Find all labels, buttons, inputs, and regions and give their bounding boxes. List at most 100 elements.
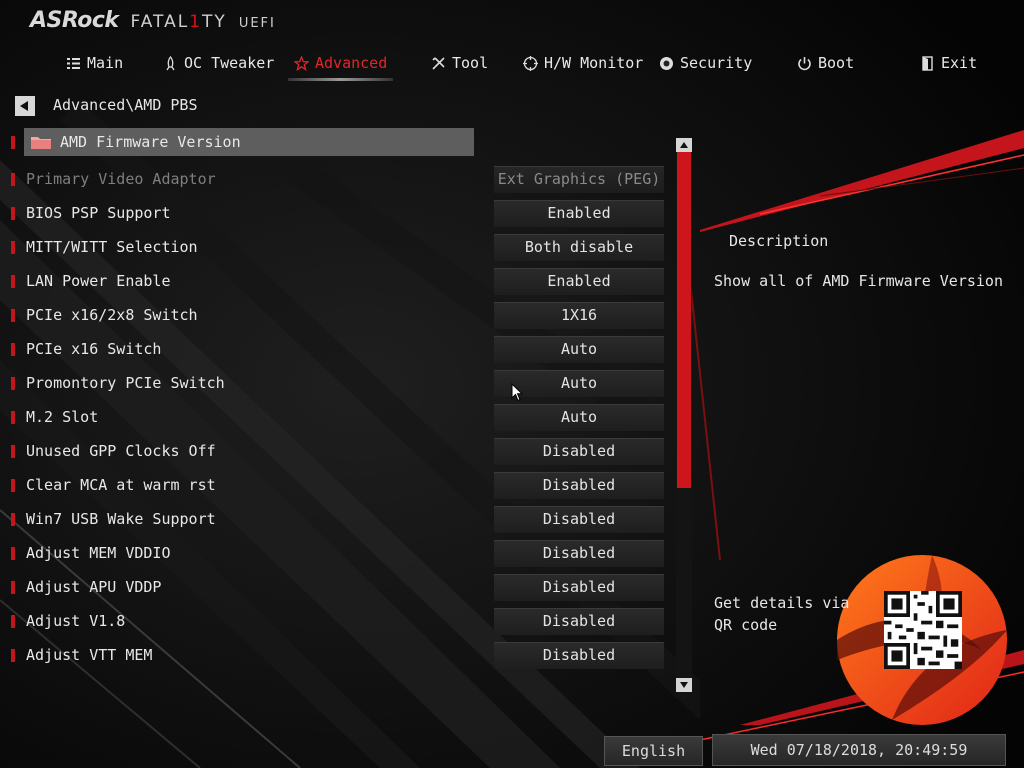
star-icon [294, 55, 309, 71]
tab-tool-label: Tool [452, 54, 489, 72]
setting-label: Primary Video Adaptor [26, 170, 216, 188]
qr-code-image [884, 591, 962, 669]
setting-value-button[interactable]: Enabled [494, 200, 664, 227]
setting-label: Adjust V1.8 [26, 612, 126, 630]
setting-label: M.2 Slot [26, 408, 99, 426]
setting-label: AMD Firmware Version [60, 133, 241, 151]
row-marker [11, 343, 15, 356]
row-marker [11, 275, 15, 288]
tab-main-label: Main [87, 54, 124, 72]
setting-row-unused-gpp-clocks-off[interactable]: Unused GPP Clocks Off Disabled [0, 437, 690, 467]
tab-hw-monitor-label: H/W Monitor [544, 54, 644, 72]
tab-tool[interactable]: Tool [431, 50, 488, 76]
rocket-icon [166, 55, 175, 70]
setting-row-bios-psp-support[interactable]: BIOS PSP Support Enabled [0, 199, 690, 229]
setting-value-button[interactable]: Both disable [494, 234, 664, 261]
row-marker [11, 309, 15, 322]
brand-logo: ASRock FATAL1TY UEFI [30, 8, 276, 38]
setting-label: PCIe x16/2x8 Switch [26, 306, 198, 324]
tab-main[interactable]: Main [66, 50, 123, 76]
setting-row-promontory-pcie-switch[interactable]: Promontory PCIe Switch Auto [0, 369, 690, 399]
setting-value-button[interactable]: Disabled [494, 608, 664, 635]
setting-label: Adjust APU VDDP [26, 578, 162, 596]
row-marker [11, 377, 15, 390]
qr-caption: Get details via QR code [714, 594, 850, 634]
setting-label: Promontory PCIe Switch [26, 374, 225, 392]
tools-icon [432, 56, 445, 70]
setting-value-button[interactable]: Disabled [494, 574, 664, 601]
setting-row-lan-power-enable[interactable]: LAN Power Enable Enabled [0, 267, 690, 297]
tab-boot[interactable]: Boot [797, 50, 854, 76]
description-title: Description [729, 232, 829, 250]
exit-door-icon [922, 55, 933, 71]
setting-row-m2-slot[interactable]: M.2 Slot Auto [0, 403, 690, 433]
setting-label: Unused GPP Clocks Off [26, 442, 216, 460]
setting-row-amd-firmware-version[interactable]: AMD Firmware Version [0, 128, 690, 158]
setting-row-adjust-apu-vddp[interactable]: Adjust APU VDDP Disabled [0, 573, 690, 603]
tab-exit-label: Exit [941, 54, 978, 72]
scroll-down-button[interactable] [676, 678, 692, 692]
row-marker [11, 649, 15, 662]
tab-advanced-label: Advanced [315, 54, 388, 72]
row-marker [11, 547, 15, 560]
back-button[interactable] [15, 96, 35, 116]
mouse-cursor-icon [511, 383, 523, 402]
row-marker [11, 615, 15, 628]
tab-hw-monitor[interactable]: H/W Monitor [523, 50, 643, 76]
tab-exit[interactable]: Exit [920, 50, 977, 76]
setting-value-button[interactable]: Auto [494, 404, 664, 431]
tab-oc-tweaker-label: OC Tweaker [184, 54, 275, 72]
row-marker [11, 207, 15, 220]
setting-value-button: Ext Graphics (PEG) [494, 166, 664, 193]
uefi-label: UEFI [238, 16, 276, 31]
scroll-up-button[interactable] [676, 138, 692, 152]
breadcrumb: Advanced\AMD PBS [53, 96, 198, 114]
row-marker [11, 479, 15, 492]
crosshair-icon [523, 55, 538, 71]
setting-row-adjust-mem-vddio[interactable]: Adjust MEM VDDIO Disabled [0, 539, 690, 569]
setting-label: Adjust MEM VDDIO [26, 544, 171, 562]
power-icon [798, 56, 811, 70]
setting-label: LAN Power Enable [26, 272, 171, 290]
setting-row-adjust-v1-8[interactable]: Adjust V1.8 Disabled [0, 607, 690, 637]
folder-icon [31, 137, 51, 149]
setting-value-button[interactable]: Disabled [494, 642, 664, 669]
setting-row-pcie-x16-2x8-switch[interactable]: PCIe x16/2x8 Switch 1X16 [0, 301, 690, 331]
setting-label: PCIe x16 Switch [26, 340, 162, 358]
fatality-logo: FATAL1TY [130, 12, 227, 32]
setting-row-win7-usb-wake-support[interactable]: Win7 USB Wake Support Disabled [0, 505, 690, 535]
scrollbar-thumb[interactable] [677, 152, 691, 488]
tab-security-label: Security [680, 54, 753, 72]
setting-value-button[interactable]: Disabled [494, 472, 664, 499]
setting-value-button[interactable]: Auto [494, 336, 664, 363]
row-marker [11, 241, 15, 254]
row-marker [11, 411, 15, 424]
datetime-display: Wed 07/18/2018, 20:49:59 [712, 734, 1006, 766]
row-marker [11, 173, 15, 186]
setting-row-clear-mca-at-warm-rst[interactable]: Clear MCA at warm rst Disabled [0, 471, 690, 501]
tab-oc-tweaker[interactable]: OC Tweaker [163, 50, 274, 76]
setting-value-button[interactable]: Disabled [494, 438, 664, 465]
setting-value-button[interactable]: Enabled [494, 268, 664, 295]
setting-row-adjust-vtt-mem[interactable]: Adjust VTT MEM Disabled [0, 641, 690, 671]
row-marker [11, 445, 15, 458]
shield-gear-icon [660, 56, 673, 70]
tab-security[interactable]: Security [659, 50, 752, 76]
asrock-logo: ASRock [30, 8, 119, 33]
row-marker [11, 136, 15, 149]
setting-label: BIOS PSP Support [26, 204, 171, 222]
list-icon [67, 57, 80, 69]
setting-row-mitt-witt-selection[interactable]: MITT/WITT Selection Both disable [0, 233, 690, 263]
setting-value-button[interactable]: Disabled [494, 506, 664, 533]
setting-label: MITT/WITT Selection [26, 238, 198, 256]
setting-value-button[interactable]: 1X16 [494, 302, 664, 329]
tab-boot-label: Boot [818, 54, 855, 72]
tab-advanced[interactable]: Advanced [287, 50, 394, 81]
language-button[interactable]: English [604, 736, 703, 766]
description-text: Show all of AMD Firmware Version [714, 272, 1003, 290]
row-marker [11, 581, 15, 594]
setting-row-pcie-x16-switch[interactable]: PCIe x16 Switch Auto [0, 335, 690, 365]
setting-label: Clear MCA at warm rst [26, 476, 216, 494]
setting-row-primary-video-adaptor: Primary Video Adaptor Ext Graphics (PEG) [0, 165, 690, 195]
setting-value-button[interactable]: Disabled [494, 540, 664, 567]
